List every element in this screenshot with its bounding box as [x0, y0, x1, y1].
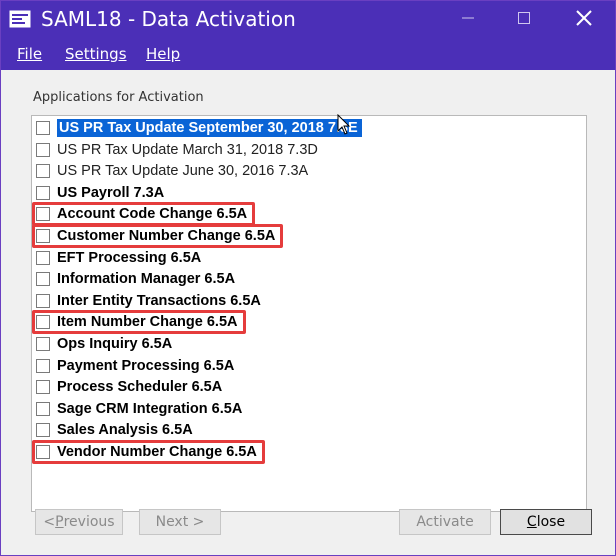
- activate-button[interactable]: Activate: [399, 509, 491, 535]
- list-item[interactable]: Payment Processing 6.5A: [36, 356, 234, 376]
- item-label: Account Code Change 6.5A: [57, 206, 248, 223]
- close-window-button[interactable]: [561, 1, 607, 35]
- menu-help-label: Help: [146, 45, 181, 63]
- data-activation-window: SAML18 - Data Activation File Settings H…: [0, 0, 616, 556]
- list-item[interactable]: Sales Analysis 6.5A: [36, 420, 193, 440]
- item-checkbox[interactable]: [36, 185, 50, 200]
- list-item[interactable]: US PR Tax Update March 31, 2018 7.3D: [36, 140, 318, 160]
- minimize-button[interactable]: [445, 1, 491, 35]
- list-item[interactable]: Inter Entity Transactions 6.5A: [36, 291, 261, 311]
- item-label: US PR Tax Update June 30, 2016 7.3A: [57, 163, 309, 180]
- mouse-cursor-icon: [337, 114, 351, 135]
- close-button[interactable]: Close: [500, 509, 592, 535]
- item-checkbox[interactable]: [36, 337, 50, 351]
- app-icon: [9, 10, 31, 28]
- item-checkbox[interactable]: [36, 121, 50, 135]
- item-label: US PR Tax Update September 30, 2018 7.3E: [56, 118, 363, 138]
- list-item[interactable]: Account Code Change 6.5A: [36, 204, 247, 224]
- item-label: Ops Inquiry 6.5A: [57, 336, 173, 352]
- item-label: Payment Processing 6.5A: [57, 357, 235, 374]
- item-label: US PR Tax Update March 31, 2018 7.3D: [57, 141, 318, 158]
- item-label: Item Number Change 6.5A: [57, 314, 238, 331]
- close-icon: [576, 10, 592, 26]
- list-item[interactable]: Sage CRM Integration 6.5A: [36, 399, 242, 419]
- item-label: US Payroll 7.3A: [57, 184, 165, 201]
- close-mnemonic: C: [526, 514, 537, 530]
- item-checkbox[interactable]: [36, 142, 50, 157]
- previous-mnemonic: P: [55, 514, 64, 530]
- item-checkbox[interactable]: [36, 272, 50, 287]
- item-checkbox[interactable]: [36, 423, 50, 438]
- applications-list[interactable]: US PR Tax Update September 30, 2018 7.3E…: [31, 115, 587, 512]
- item-checkbox[interactable]: [36, 445, 50, 459]
- item-label: Process Scheduler 6.5A: [57, 379, 223, 396]
- item-checkbox[interactable]: [36, 250, 50, 265]
- item-checkbox[interactable]: [36, 358, 50, 373]
- menu-help[interactable]: Help: [146, 45, 180, 63]
- menu-file-label: File: [17, 45, 43, 63]
- list-item[interactable]: US PR Tax Update September 30, 2018 7.3E: [36, 118, 363, 138]
- list-item[interactable]: Information Manager 6.5A: [36, 269, 235, 289]
- menu-settings[interactable]: Settings: [65, 45, 127, 63]
- item-checkbox[interactable]: [36, 164, 50, 179]
- item-label: EFT Processing 6.5A: [57, 249, 202, 266]
- client-area: Applications for Activation US PR Tax Up…: [1, 70, 615, 555]
- title-bar[interactable]: SAML18 - Data Activation: [1, 1, 615, 37]
- item-label: Customer Number Change 6.5A: [57, 228, 276, 244]
- window-title: SAML18 - Data Activation: [41, 7, 296, 31]
- list-item[interactable]: Customer Number Change 6.5A: [36, 226, 275, 246]
- list-item[interactable]: US PR Tax Update June 30, 2016 7.3A: [36, 161, 308, 181]
- list-item[interactable]: Vendor Number Change 6.5A: [36, 442, 257, 462]
- minimize-icon: [462, 17, 474, 19]
- previous-button[interactable]: < Previous: [35, 509, 123, 535]
- previous-rest: revious: [63, 514, 115, 530]
- menu-bar: File Settings Help: [1, 37, 615, 70]
- item-label: Sage CRM Integration 6.5A: [57, 400, 243, 417]
- list-item[interactable]: US Payroll 7.3A: [36, 183, 164, 203]
- maximize-icon: [518, 12, 530, 24]
- item-checkbox[interactable]: [36, 293, 50, 308]
- item-checkbox[interactable]: [36, 380, 50, 395]
- item-checkbox[interactable]: [36, 401, 50, 416]
- list-item[interactable]: Item Number Change 6.5A: [36, 312, 238, 332]
- menu-settings-label: Settings: [65, 45, 127, 63]
- item-checkbox[interactable]: [36, 207, 50, 222]
- previous-prefix: <: [43, 514, 56, 530]
- menu-file[interactable]: File: [17, 45, 42, 63]
- list-item[interactable]: EFT Processing 6.5A: [36, 248, 201, 268]
- maximize-button[interactable]: [501, 1, 547, 35]
- list-item[interactable]: Process Scheduler 6.5A: [36, 377, 222, 397]
- next-button[interactable]: Next >: [139, 509, 221, 535]
- item-label: Sales Analysis 6.5A: [57, 422, 193, 439]
- close-rest: lose: [536, 514, 566, 530]
- item-label: Information Manager 6.5A: [57, 271, 236, 288]
- item-checkbox[interactable]: [36, 315, 50, 330]
- applications-label: Applications for Activation: [33, 90, 204, 105]
- list-item[interactable]: Ops Inquiry 6.5A: [36, 334, 172, 354]
- item-label: Vendor Number Change 6.5A: [57, 444, 257, 460]
- item-checkbox[interactable]: [36, 229, 50, 243]
- item-label: Inter Entity Transactions 6.5A: [57, 292, 261, 309]
